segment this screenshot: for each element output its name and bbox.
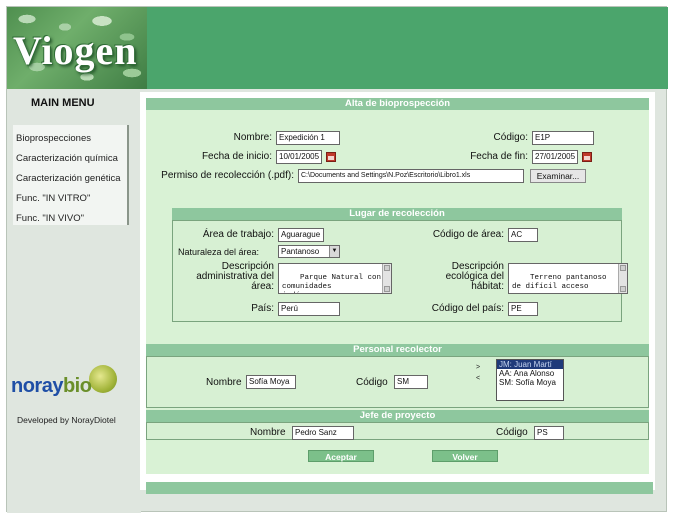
- aceptar-button[interactable]: Aceptar: [308, 450, 374, 462]
- codigo-pais-field[interactable]: PE: [508, 302, 538, 316]
- noraybio-logo: noraybio: [11, 375, 92, 397]
- naturaleza-value: Pantanoso: [281, 247, 320, 256]
- list-item[interactable]: SM: Sofía Moya: [497, 378, 563, 387]
- scrollbar[interactable]: [382, 264, 391, 293]
- personal-nombre-field[interactable]: Sofía Moya: [246, 375, 296, 389]
- menu-item-bioprospecciones[interactable]: Bioprospecciones: [16, 133, 91, 144]
- add-collector-arrow[interactable]: >: [476, 364, 480, 371]
- list-item[interactable]: AA: Ana Alonso: [497, 369, 563, 378]
- jefe-nombre-label: Nombre: [250, 427, 286, 438]
- chevron-down-icon: ▼: [329, 246, 339, 257]
- menu-item-caracterizacion-genetica[interactable]: Caracterización genética: [16, 173, 121, 184]
- codigo-area-field[interactable]: AC: [508, 228, 538, 242]
- desc-eco-textarea[interactable]: Terreno pantanoso de difícil acceso: [508, 263, 628, 294]
- pais-label: País:: [251, 303, 274, 314]
- jefe-panel: [146, 422, 649, 440]
- personal-title: Personal recolector: [146, 344, 649, 356]
- personal-codigo-label: Código: [356, 377, 388, 388]
- lugar-title: Lugar de recolección: [172, 208, 622, 220]
- calendar-icon[interactable]: [582, 152, 592, 162]
- scrollbar[interactable]: [618, 264, 627, 293]
- naturaleza-select[interactable]: Pantanoso ▼: [278, 245, 340, 258]
- header-banner: Viogen: [7, 7, 668, 89]
- menu-item-caracterizacion-quimica[interactable]: Caracterización química: [16, 153, 118, 164]
- jefe-nombre-field[interactable]: Pedro Sanz: [292, 426, 354, 440]
- sidebar: MAIN MENU Bioprospecciones Caracterizaci…: [7, 89, 141, 513]
- main-content: Alta de bioprospección Nombre: Expedició…: [140, 92, 655, 490]
- jefe-codigo-field[interactable]: PS: [534, 426, 564, 440]
- naturaleza-label: Naturaleza del área:: [178, 247, 260, 257]
- pais-field[interactable]: Perú: [278, 302, 340, 316]
- codigo-area-label: Código de área:: [432, 229, 504, 240]
- codigo-field[interactable]: E1P: [532, 131, 594, 145]
- area-trabajo-field[interactable]: Aguarague: [278, 228, 324, 242]
- noraybio-logo-icon: [89, 365, 117, 393]
- fecha-fin-field[interactable]: 27/01/2005: [532, 150, 578, 164]
- area-trabajo-label: Área de trabajo:: [202, 229, 274, 240]
- codigo-pais-label: Código del país:: [431, 303, 504, 314]
- calendar-icon[interactable]: [326, 152, 336, 162]
- desc-eco-label: Descripción ecológica del hábitat:: [445, 261, 504, 292]
- fecha-inicio-field[interactable]: 10/01/2005: [276, 150, 322, 164]
- fecha-fin-label: Fecha de fin:: [470, 151, 528, 162]
- menu-item-func-in-vitro[interactable]: Func. "IN VITRO": [16, 193, 90, 204]
- list-item[interactable]: JM: Juan Martí: [497, 360, 563, 369]
- personal-codigo-field[interactable]: SM: [394, 375, 428, 389]
- permiso-file-field[interactable]: C:\Documents and Settings\N.Poz\Escritor…: [298, 169, 524, 183]
- footer-bar: [146, 482, 653, 494]
- nombre-field[interactable]: Expedición 1: [276, 131, 340, 145]
- app-logo[interactable]: Viogen: [13, 27, 138, 74]
- menu-box: Bioprospecciones Caracterización química…: [13, 125, 129, 225]
- nombre-label: Nombre:: [233, 132, 272, 143]
- codigo-label: Código:: [493, 132, 528, 143]
- desc-admin-label: Descripción administrativa del área:: [196, 261, 274, 292]
- collectors-listbox[interactable]: JM: Juan Martí AA: Ana Alonso SM: Sofía …: [496, 359, 564, 401]
- desc-admin-textarea[interactable]: Parque Natural con comunidades indígenas: [278, 263, 392, 294]
- menu-item-func-in-vivo[interactable]: Func. "IN VIVO": [16, 213, 84, 224]
- main-menu-title: MAIN MENU: [31, 97, 95, 109]
- personal-nombre-label: Nombre: [206, 377, 242, 388]
- developed-by-text: Developed by NorayDiotel: [17, 415, 116, 425]
- examinar-button[interactable]: Examinar...: [530, 169, 586, 183]
- form-title: Alta de bioprospección: [146, 98, 649, 110]
- jefe-title: Jefe de proyecto: [146, 410, 649, 422]
- remove-collector-arrow[interactable]: <: [476, 375, 480, 382]
- fecha-inicio-label: Fecha de inicio:: [201, 151, 272, 162]
- jefe-codigo-label: Código: [496, 427, 528, 438]
- volver-button[interactable]: Volver: [432, 450, 498, 462]
- permiso-label: Permiso de recolección (.pdf):: [161, 170, 294, 181]
